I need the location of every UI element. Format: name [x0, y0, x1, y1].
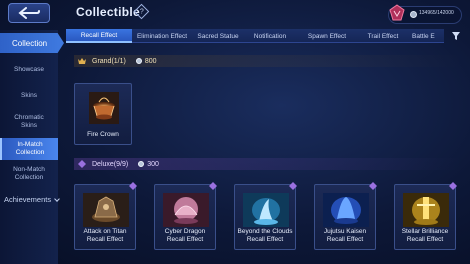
tab-trail-effect[interactable]: Trail Effect [358, 29, 408, 43]
tab-notification[interactable]: Notification [244, 29, 296, 43]
tab-recall-effect[interactable]: Recall Effect [66, 29, 132, 43]
currency-value: 134965/142000 [419, 10, 454, 16]
top-bar: Collectible ? 134965/142000 [0, 0, 470, 28]
help-symbol: ? [139, 8, 144, 15]
attack-on-titan-icon [83, 193, 129, 227]
collectible-name: Attack on Titan Recall Effect [83, 228, 127, 243]
corner-gem-icon [369, 182, 377, 190]
stellar-brilliance-icon [403, 193, 449, 227]
tab-battle-effect[interactable]: Battle E [408, 29, 444, 43]
tab-elimination-effect[interactable]: Elimination Effect [132, 29, 192, 43]
collectible-card-beyond-the-clouds[interactable]: Beyond the Clouds Recall Effect [234, 182, 297, 250]
grand-points: 800 [135, 57, 157, 65]
collectible-card-cyber-dragon[interactable]: Cyber Dragon Recall Effect [154, 182, 217, 250]
collectible-name: Jujutsu Kaisen Recall Effect [323, 228, 367, 243]
sidebar-item-collection[interactable]: Collection [0, 33, 64, 53]
fire-crown-icon [89, 92, 119, 124]
back-button[interactable] [8, 3, 50, 23]
corner-gem-icon [449, 182, 457, 190]
cyber-dragon-icon [163, 193, 209, 227]
collectible-card-fire-crown[interactable]: Fire Crown [74, 83, 132, 145]
chevron-down-icon [54, 196, 60, 202]
collectible-card-jujutsu-kaisen[interactable]: Jujutsu Kaisen Recall Effect [314, 182, 377, 250]
deluxe-group-header: Deluxe(9/9) 300 [74, 158, 462, 170]
points-coin-icon [138, 161, 145, 167]
collectible-name: Beyond the Clouds Recall Effect [237, 228, 293, 243]
filter-icon [452, 32, 460, 40]
collectible-name: Fire Crown [87, 130, 119, 138]
rank-badge-icon [389, 4, 405, 21]
achievements-label: Achievements [4, 195, 52, 204]
collectible-name: Cyber Dragon Recall Effect [164, 228, 206, 243]
deluxe-tier-icon [78, 160, 86, 168]
coin-icon [410, 11, 417, 18]
effect-tabs: Recall Effect Elimination Effect Sacred … [66, 29, 444, 43]
filter-button[interactable] [448, 29, 464, 43]
points-coin-icon [135, 58, 142, 64]
jujutsu-kaisen-icon [323, 193, 369, 227]
collectible-card-stellar-brilliance[interactable]: Stellar Brilliance Recall Effect [394, 182, 457, 250]
deluxe-group-label: Deluxe(9/9) [92, 160, 129, 168]
corner-gem-icon [209, 182, 217, 190]
sidebar-item-chromatic-skins[interactable]: Chromatic Skins [0, 114, 58, 130]
sidebar-item-non-match-collection[interactable]: Non-Match Collection [0, 166, 58, 182]
sidebar-item-achievements[interactable]: Achievements [4, 195, 60, 204]
beyond-the-clouds-icon [243, 193, 289, 227]
grand-points-value: 800 [144, 57, 157, 65]
collectible-card-attack-on-titan[interactable]: Attack on Titan Recall Effect [74, 182, 137, 250]
sidebar-item-skins[interactable]: Skins [0, 92, 58, 100]
back-arrow-icon [18, 7, 40, 19]
corner-gem-icon [289, 182, 297, 190]
deluxe-points: 300 [138, 161, 159, 168]
tab-spawn-effect[interactable]: Spawn Effect [296, 29, 358, 43]
deluxe-points-value: 300 [147, 160, 159, 168]
page-title: Collectible [76, 5, 140, 19]
sidebar-item-showcase[interactable]: Showcase [0, 66, 58, 74]
grand-group-header: Grand(1/1) 800 [74, 55, 462, 67]
grand-group-label: Grand(1/1) [92, 57, 126, 65]
grand-tier-icon [78, 58, 86, 64]
collectible-name: Stellar Brilliance Recall Effect [401, 228, 449, 243]
sidebar-item-in-match-collection[interactable]: In-Match Collection [0, 138, 58, 160]
tab-sacred-statue[interactable]: Sacred Statue [192, 29, 244, 43]
corner-gem-icon [129, 182, 137, 190]
